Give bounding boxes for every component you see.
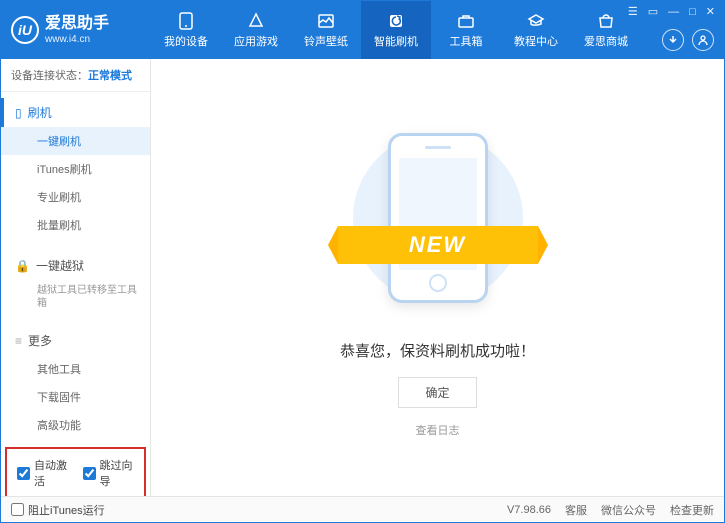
block-itunes-label: 阻止iTunes运行 [28, 502, 105, 518]
sidebar-jailbreak-title: 一键越狱 [36, 257, 84, 274]
update-link[interactable]: 检查更新 [670, 502, 714, 518]
lock-icon: 🔒 [15, 259, 30, 273]
nav-apps[interactable]: 应用游戏 [221, 1, 291, 59]
sidebar-item-batch[interactable]: 批量刷机 [1, 211, 150, 239]
jailbreak-note: 越狱工具已转移至工具箱 [1, 280, 150, 314]
nav-tutorials[interactable]: 教程中心 [501, 1, 571, 59]
nav-label: 爱思商城 [584, 33, 628, 49]
titlebar: iU 爱思助手 www.i4.cn 我的设备 应用游戏 铃声壁纸 智能刷机 工具… [1, 1, 724, 59]
wechat-link[interactable]: 微信公众号 [601, 502, 656, 518]
logo-area: iU 爱思助手 www.i4.cn [11, 14, 151, 45]
view-log-link[interactable]: 查看日志 [416, 422, 460, 438]
sidebar: 设备连接状态：正常模式 ▯刷机 一键刷机 iTunes刷机 专业刷机 批量刷机 … [1, 59, 151, 496]
close-icon[interactable]: ✕ [703, 5, 718, 18]
navbar: 我的设备 应用游戏 铃声壁纸 智能刷机 工具箱 教程中心 爱思商城 [151, 1, 641, 59]
success-message: 恭喜您，保资料刷机成功啦！ [340, 340, 535, 361]
sidebar-item-advanced[interactable]: 高级功能 [1, 411, 150, 439]
nav-label: 智能刷机 [374, 33, 418, 49]
minimize-icon[interactable]: — [665, 6, 682, 18]
nav-ringtone[interactable]: 铃声壁纸 [291, 1, 361, 59]
nav-label: 应用游戏 [234, 33, 278, 49]
statusbar: 阻止iTunes运行 V7.98.66 客服 微信公众号 检查更新 [1, 496, 724, 522]
sidebar-item-firmware[interactable]: 下载固件 [1, 383, 150, 411]
nav-label: 铃声壁纸 [304, 33, 348, 49]
confirm-button[interactable]: 确定 [398, 377, 476, 408]
menu-icon[interactable]: ☰ [625, 5, 641, 18]
wallpaper-icon [316, 12, 336, 30]
nav-toolbox[interactable]: 工具箱 [431, 1, 501, 59]
flash-icon [386, 12, 406, 30]
sidebar-flash-title: 刷机 [28, 104, 52, 121]
connection-status: 设备连接状态：正常模式 [1, 59, 150, 92]
phone-illustration: NEW [368, 118, 508, 318]
nav-my-device[interactable]: 我的设备 [151, 1, 221, 59]
maximize-icon[interactable]: □ [686, 6, 699, 18]
apps-icon [246, 12, 266, 30]
sidebar-item-pro[interactable]: 专业刷机 [1, 183, 150, 211]
tutorial-icon [526, 12, 546, 30]
phone-icon [176, 12, 196, 30]
auto-activate-label: 自动激活 [34, 457, 69, 489]
download-icon[interactable] [662, 29, 684, 51]
main-content: NEW 恭喜您，保资料刷机成功啦！ 确定 查看日志 [151, 59, 724, 496]
user-icon[interactable] [692, 29, 714, 51]
account-icons [662, 29, 714, 51]
skip-guide-checkbox[interactable]: 跳过向导 [83, 457, 135, 489]
toolbox-icon [456, 12, 476, 30]
store-icon [596, 12, 616, 30]
more-icon: ≡ [15, 334, 22, 348]
block-itunes-checkbox[interactable]: 阻止iTunes运行 [11, 502, 105, 518]
sidebar-item-other[interactable]: 其他工具 [1, 355, 150, 383]
skip-guide-label: 跳过向导 [100, 457, 135, 489]
new-ribbon: NEW [338, 226, 538, 264]
service-link[interactable]: 客服 [565, 502, 587, 518]
logo-icon: iU [11, 16, 39, 44]
nav-label: 教程中心 [514, 33, 558, 49]
sidebar-flash-header[interactable]: ▯ 刷机 [1, 98, 150, 127]
phone-small-icon: ▯ [15, 106, 22, 120]
phone-body-icon [388, 133, 488, 303]
nav-flash[interactable]: 智能刷机 [361, 1, 431, 59]
auto-activate-checkbox[interactable]: 自动激活 [17, 457, 69, 489]
status-label: 设备连接状态： [11, 70, 88, 82]
window-controls: ☰ ▭ — □ ✕ [625, 5, 718, 18]
nav-label: 工具箱 [450, 33, 483, 49]
version-label: V7.98.66 [507, 504, 551, 516]
app-name: 爱思助手 [45, 14, 109, 33]
sidebar-more-title: 更多 [28, 332, 52, 349]
nav-label: 我的设备 [164, 33, 208, 49]
skin-icon[interactable]: ▭ [645, 5, 661, 18]
sidebar-jailbreak-header[interactable]: 🔒 一键越狱 [1, 251, 150, 280]
status-value: 正常模式 [88, 70, 132, 82]
sidebar-item-oneclick[interactable]: 一键刷机 [1, 127, 150, 155]
app-url: www.i4.cn [45, 34, 109, 46]
options-box: 自动激活 跳过向导 [5, 447, 146, 496]
sidebar-item-itunes[interactable]: iTunes刷机 [1, 155, 150, 183]
sidebar-more-header[interactable]: ≡ 更多 [1, 326, 150, 355]
